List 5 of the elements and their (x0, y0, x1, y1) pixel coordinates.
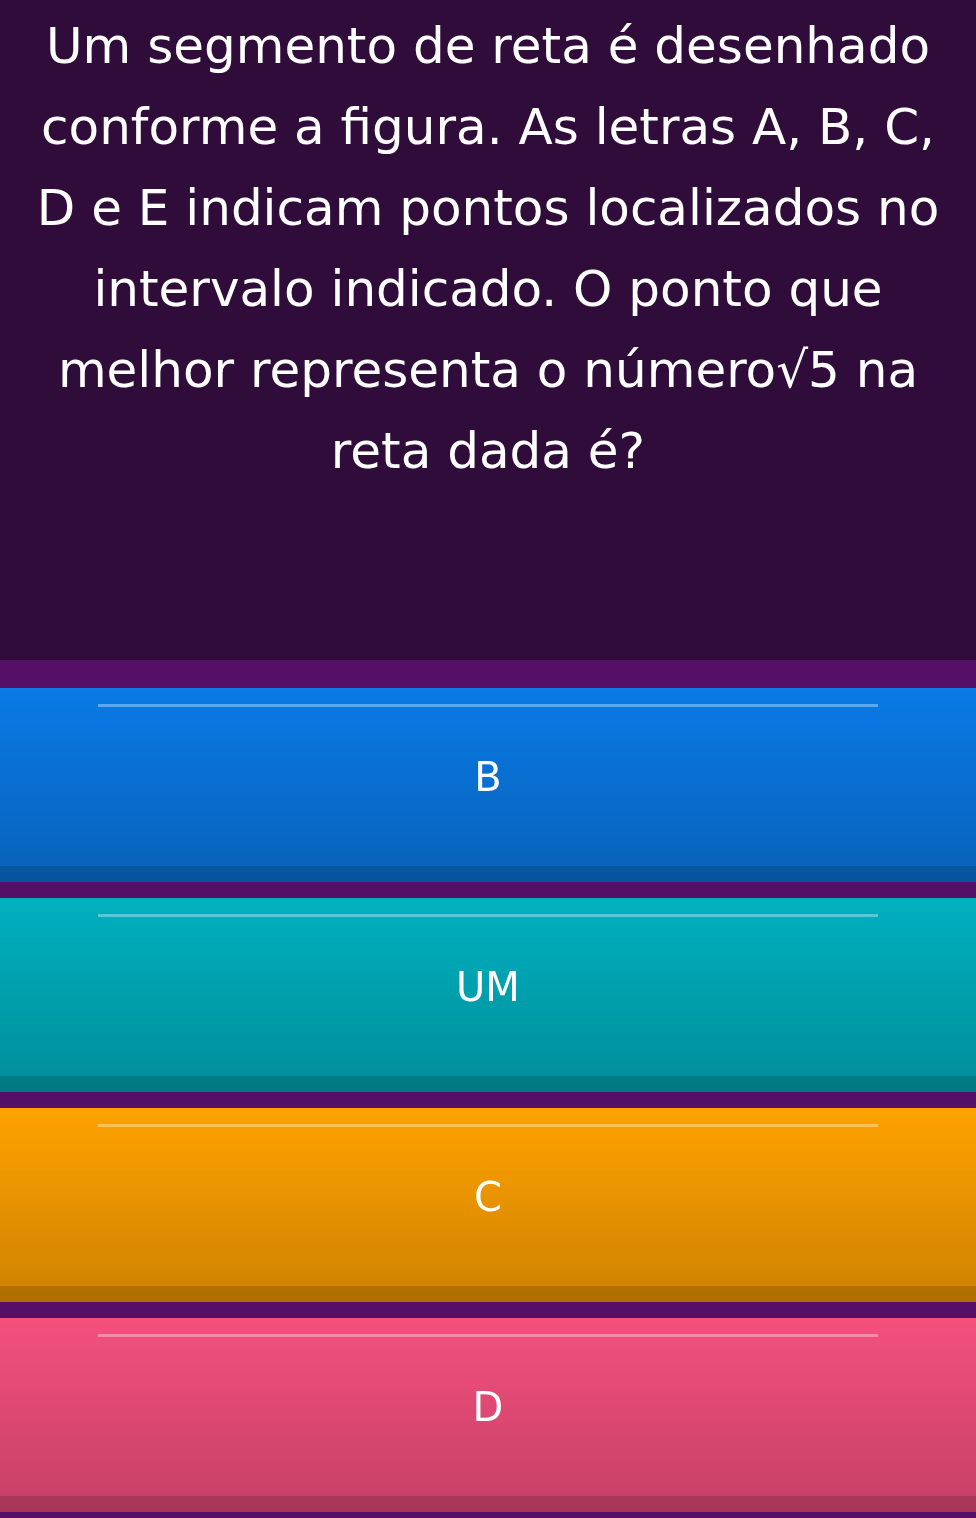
answer-button[interactable]: C (0, 1108, 976, 1302)
answer-button[interactable]: D (0, 1318, 976, 1512)
question-text: Um segmento de reta é desenhado conforme a figura. As letras A, B, C, D e E indicam pontos localizados no intervalo indicado. O ponto que melhor representa o número√5 na reta dada é? (35, 16, 941, 482)
answer-button[interactable]: B (0, 688, 976, 882)
answer-button[interactable]: UM (0, 898, 976, 1092)
